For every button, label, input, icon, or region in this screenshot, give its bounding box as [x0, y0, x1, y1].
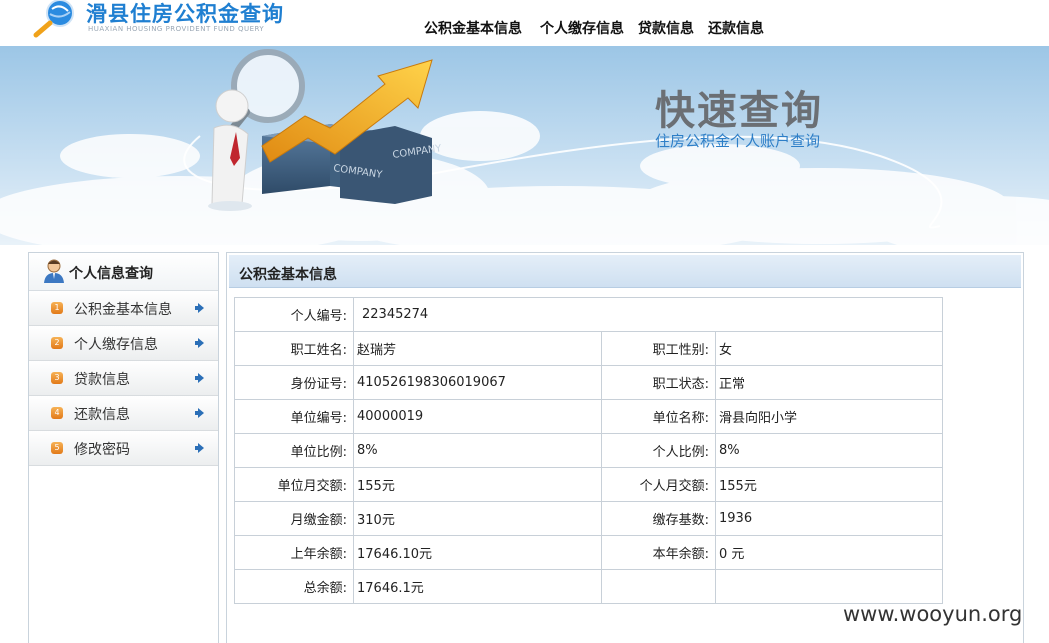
field-label: 个人编号: [234, 297, 354, 332]
field-value: 8% [353, 433, 602, 468]
banner-title: 快速查询 [655, 88, 823, 134]
field-value [715, 569, 943, 604]
sidebar: 个人信息查询 1 公积金基本信息 2 个人缴存信息 3 贷款信息 4 还款信息 … [28, 252, 219, 643]
item-number-badge: 4 [51, 407, 63, 419]
chevron-right-icon [195, 303, 204, 313]
field-value: 0 元 [715, 535, 943, 570]
field-label: 总余额: [234, 569, 354, 604]
field-value: 正常 [715, 365, 943, 400]
sidebar-item-deposit-info[interactable]: 2 个人缴存信息 [29, 326, 218, 361]
table-row: 单位比例: 8% 个人比例: 8% [234, 433, 943, 468]
table-row: 单位编号: 40000019 单位名称: 滑县向阳小学 [234, 399, 943, 434]
main-content: 公积金基本信息 个人编号: 22345274 职工姓名: 赵瑞芳 职工性别: 女… [226, 252, 1024, 643]
field-value: 155元 [715, 467, 943, 502]
sidebar-item-change-password[interactable]: 5 修改密码 [29, 431, 218, 466]
logo-subtitle: HUAXIAN HOUSING PROVIDENT FUND QUERY [88, 25, 265, 33]
nav-repayment-info[interactable]: 还款信息 [708, 21, 764, 37]
sidebar-item-basic-info[interactable]: 1 公积金基本信息 [29, 291, 218, 326]
table-row: 身份证号: 410526198306019067 职工状态: 正常 [234, 365, 943, 400]
header: 滑县住房公积金查询 HUAXIAN HOUSING PROVIDENT FUND… [0, 0, 1049, 46]
chevron-right-icon [195, 443, 204, 453]
magnifier-logo-icon [33, 0, 74, 38]
field-value: 1936 [715, 501, 943, 536]
field-value: 410526198306019067 [353, 365, 602, 400]
field-value: 310元 [353, 501, 602, 536]
field-label: 个人比例: [601, 433, 716, 468]
top-navigation: 公积金基本信息 个人缴存信息 贷款信息 还款信息 [424, 18, 778, 38]
sidebar-header: 个人信息查询 [29, 253, 218, 291]
item-number-badge: 1 [51, 302, 63, 314]
watermark: www.wooyun.org [843, 602, 1023, 626]
field-value: 155元 [353, 467, 602, 502]
field-value: 40000019 [353, 399, 602, 434]
field-label: 单位名称: [601, 399, 716, 434]
table-row: 职工姓名: 赵瑞芳 职工性别: 女 [234, 331, 943, 366]
table-row: 个人编号: 22345274 [234, 297, 943, 332]
field-label: 月缴金额: [234, 501, 354, 536]
item-number-badge: 5 [51, 442, 63, 454]
field-label: 单位编号: [234, 399, 354, 434]
field-value: 17646.10元 [353, 535, 602, 570]
content-header: 公积金基本信息 [229, 255, 1021, 288]
field-label: 个人月交额: [601, 467, 716, 502]
field-value: 女 [715, 331, 943, 366]
sidebar-title: 个人信息查询 [69, 266, 153, 282]
chevron-right-icon [195, 408, 204, 418]
nav-loan-info[interactable]: 贷款信息 [638, 21, 694, 37]
field-label: 单位比例: [234, 433, 354, 468]
item-number-badge: 3 [51, 372, 63, 384]
info-table: 个人编号: 22345274 职工姓名: 赵瑞芳 职工性别: 女 身份证号: 4… [234, 297, 943, 604]
banner-subtitle: 住房公积金个人账户查询 [655, 132, 821, 150]
site-logo[interactable]: 滑县住房公积金查询 HUAXIAN HOUSING PROVIDENT FUND… [30, 0, 290, 40]
user-icon [44, 259, 64, 283]
table-row: 总余额: 17646.1元 [234, 569, 943, 604]
field-label: 职工姓名: [234, 331, 354, 366]
field-value: 22345274 [353, 297, 943, 332]
chevron-right-icon [195, 338, 204, 348]
field-label: 身份证号: [234, 365, 354, 400]
sidebar-item-repayment-info[interactable]: 4 还款信息 [29, 396, 218, 431]
sidebar-item-label: 贷款信息 [74, 372, 130, 388]
field-value: 赵瑞芳 [353, 331, 602, 366]
field-label: 职工性别: [601, 331, 716, 366]
item-number-badge: 2 [51, 337, 63, 349]
content-title: 公积金基本信息 [239, 267, 337, 283]
chevron-right-icon [195, 373, 204, 383]
nav-basic-info[interactable]: 公积金基本信息 [424, 21, 522, 37]
banner-illustration: COMPANY COMPANY [0, 46, 1049, 245]
sidebar-item-label: 还款信息 [74, 407, 130, 423]
sidebar-item-label: 公积金基本信息 [74, 302, 172, 318]
field-label: 单位月交额: [234, 467, 354, 502]
sidebar-item-label: 个人缴存信息 [74, 337, 158, 353]
field-label [601, 569, 716, 604]
field-value: 17646.1元 [353, 569, 602, 604]
sidebar-item-loan-info[interactable]: 3 贷款信息 [29, 361, 218, 396]
field-label: 本年余额: [601, 535, 716, 570]
sidebar-item-label: 修改密码 [74, 442, 130, 458]
field-label: 上年余额: [234, 535, 354, 570]
field-value: 滑县向阳小学 [715, 399, 943, 434]
field-value-text: 22345274 [362, 307, 429, 322]
field-label: 缴存基数: [601, 501, 716, 536]
logo-title: 滑县住房公积金查询 [86, 2, 284, 26]
table-row: 上年余额: 17646.10元 本年余额: 0 元 [234, 535, 943, 570]
table-row: 月缴金额: 310元 缴存基数: 1936 [234, 501, 943, 536]
field-label: 职工状态: [601, 365, 716, 400]
hero-banner: COMPANY COMPANY 快速查询 住房公积金个人账户查询 [0, 46, 1049, 245]
table-row: 单位月交额: 155元 个人月交额: 155元 [234, 467, 943, 502]
nav-deposit-info[interactable]: 个人缴存信息 [540, 21, 624, 37]
field-value: 8% [715, 433, 943, 468]
